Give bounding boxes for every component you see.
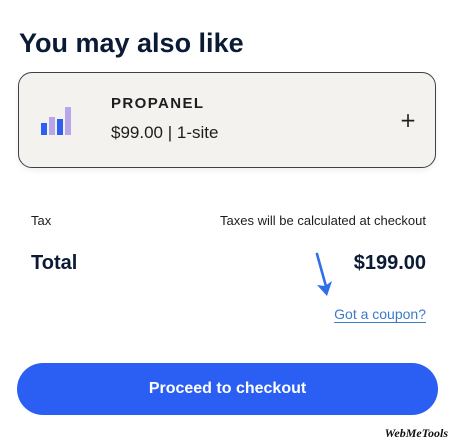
section-title: You may also like [19, 28, 244, 58]
recommended-product-card[interactable]: PROPANEL $99.00 | 1-site + [18, 72, 436, 168]
total-value: $199.00 [353, 252, 426, 274]
chart-bar-4 [65, 107, 71, 135]
tax-label: Tax [31, 213, 52, 228]
watermark: WebMeTools [384, 426, 448, 440]
product-name: PROPANEL [111, 95, 205, 112]
chart-bar-3 [57, 119, 63, 135]
add-product-button[interactable]: + [397, 109, 419, 131]
bar-chart-icon [41, 107, 71, 135]
coupon-link[interactable]: Got a coupon? [334, 306, 426, 322]
product-price: $99.00 | 1-site [111, 123, 219, 142]
chart-bar-2 [49, 117, 55, 135]
annotation-arrow-icon [315, 252, 332, 296]
tax-value: Taxes will be calculated at checkout [220, 213, 426, 228]
proceed-to-checkout-button[interactable]: Proceed to checkout [17, 363, 438, 415]
total-label: Total [31, 252, 78, 274]
chart-bar-1 [41, 123, 47, 135]
